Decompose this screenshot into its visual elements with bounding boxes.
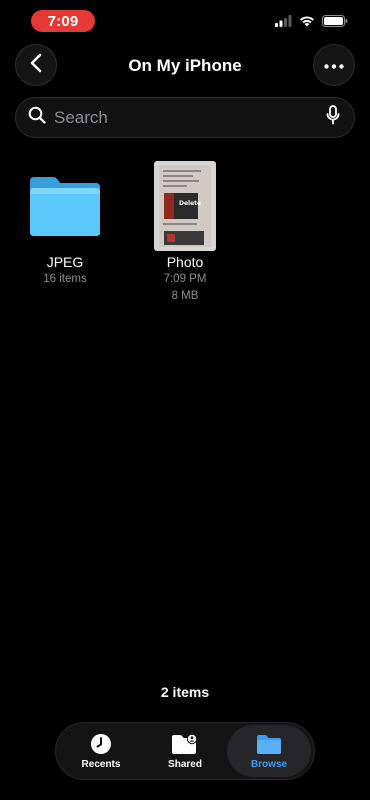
cellular-signal-icon <box>275 14 292 32</box>
folder-item-jpeg[interactable]: JPEG 16 items <box>10 160 120 288</box>
shared-folder-icon <box>171 733 199 755</box>
thumb-text-line <box>163 179 199 182</box>
thumb-bottom-red <box>167 233 175 242</box>
navigation-bar: On My iPhone <box>0 44 370 88</box>
search-icon <box>28 106 46 129</box>
tab-shared[interactable]: Shared <box>143 725 227 777</box>
search-placeholder: Search <box>54 107 108 127</box>
tab-bar: Recents Shared Browse <box>55 722 315 780</box>
item-name: JPEG <box>46 254 84 270</box>
battery-icon <box>322 14 348 32</box>
thumb-text-line <box>163 222 197 225</box>
status-time[interactable]: 7:09 <box>31 10 95 32</box>
thumb-word: Delete <box>179 199 202 207</box>
photo-content: Delete <box>159 164 211 247</box>
thumb-container: Delete <box>154 160 216 251</box>
items-count: 2 items <box>160 684 210 700</box>
item-size: 8 MB <box>171 290 199 302</box>
ellipsis-icon <box>324 56 344 74</box>
item-name: Photo <box>166 254 204 270</box>
photo-thumbnail: Delete <box>154 160 216 251</box>
search-field[interactable]: Search <box>15 97 355 138</box>
thumb-text-line <box>163 174 193 177</box>
wifi-icon <box>299 14 315 32</box>
more-options-button[interactable] <box>313 44 355 86</box>
clock-icon <box>90 733 112 755</box>
item-time: 7:09 PM <box>163 273 207 285</box>
folder-icon <box>27 160 103 251</box>
folder-icon <box>256 733 282 755</box>
tab-label: Browse <box>250 758 288 770</box>
status-bar: 7:09 <box>0 0 370 44</box>
tab-recents[interactable]: Recents <box>59 725 143 777</box>
tab-label: Shared <box>168 758 202 770</box>
tab-label: Recents <box>81 758 121 770</box>
thumb-red-block <box>164 192 174 219</box>
microphone-icon[interactable] <box>326 105 340 130</box>
item-count: 16 items <box>43 273 87 285</box>
thumb-text-line <box>163 169 201 172</box>
tab-browse[interactable]: Browse <box>227 725 311 777</box>
file-item-photo[interactable]: Delete Photo 7:09 PM 8 MB <box>130 160 240 305</box>
thumb-text-line <box>163 184 187 187</box>
status-icons <box>275 14 348 32</box>
